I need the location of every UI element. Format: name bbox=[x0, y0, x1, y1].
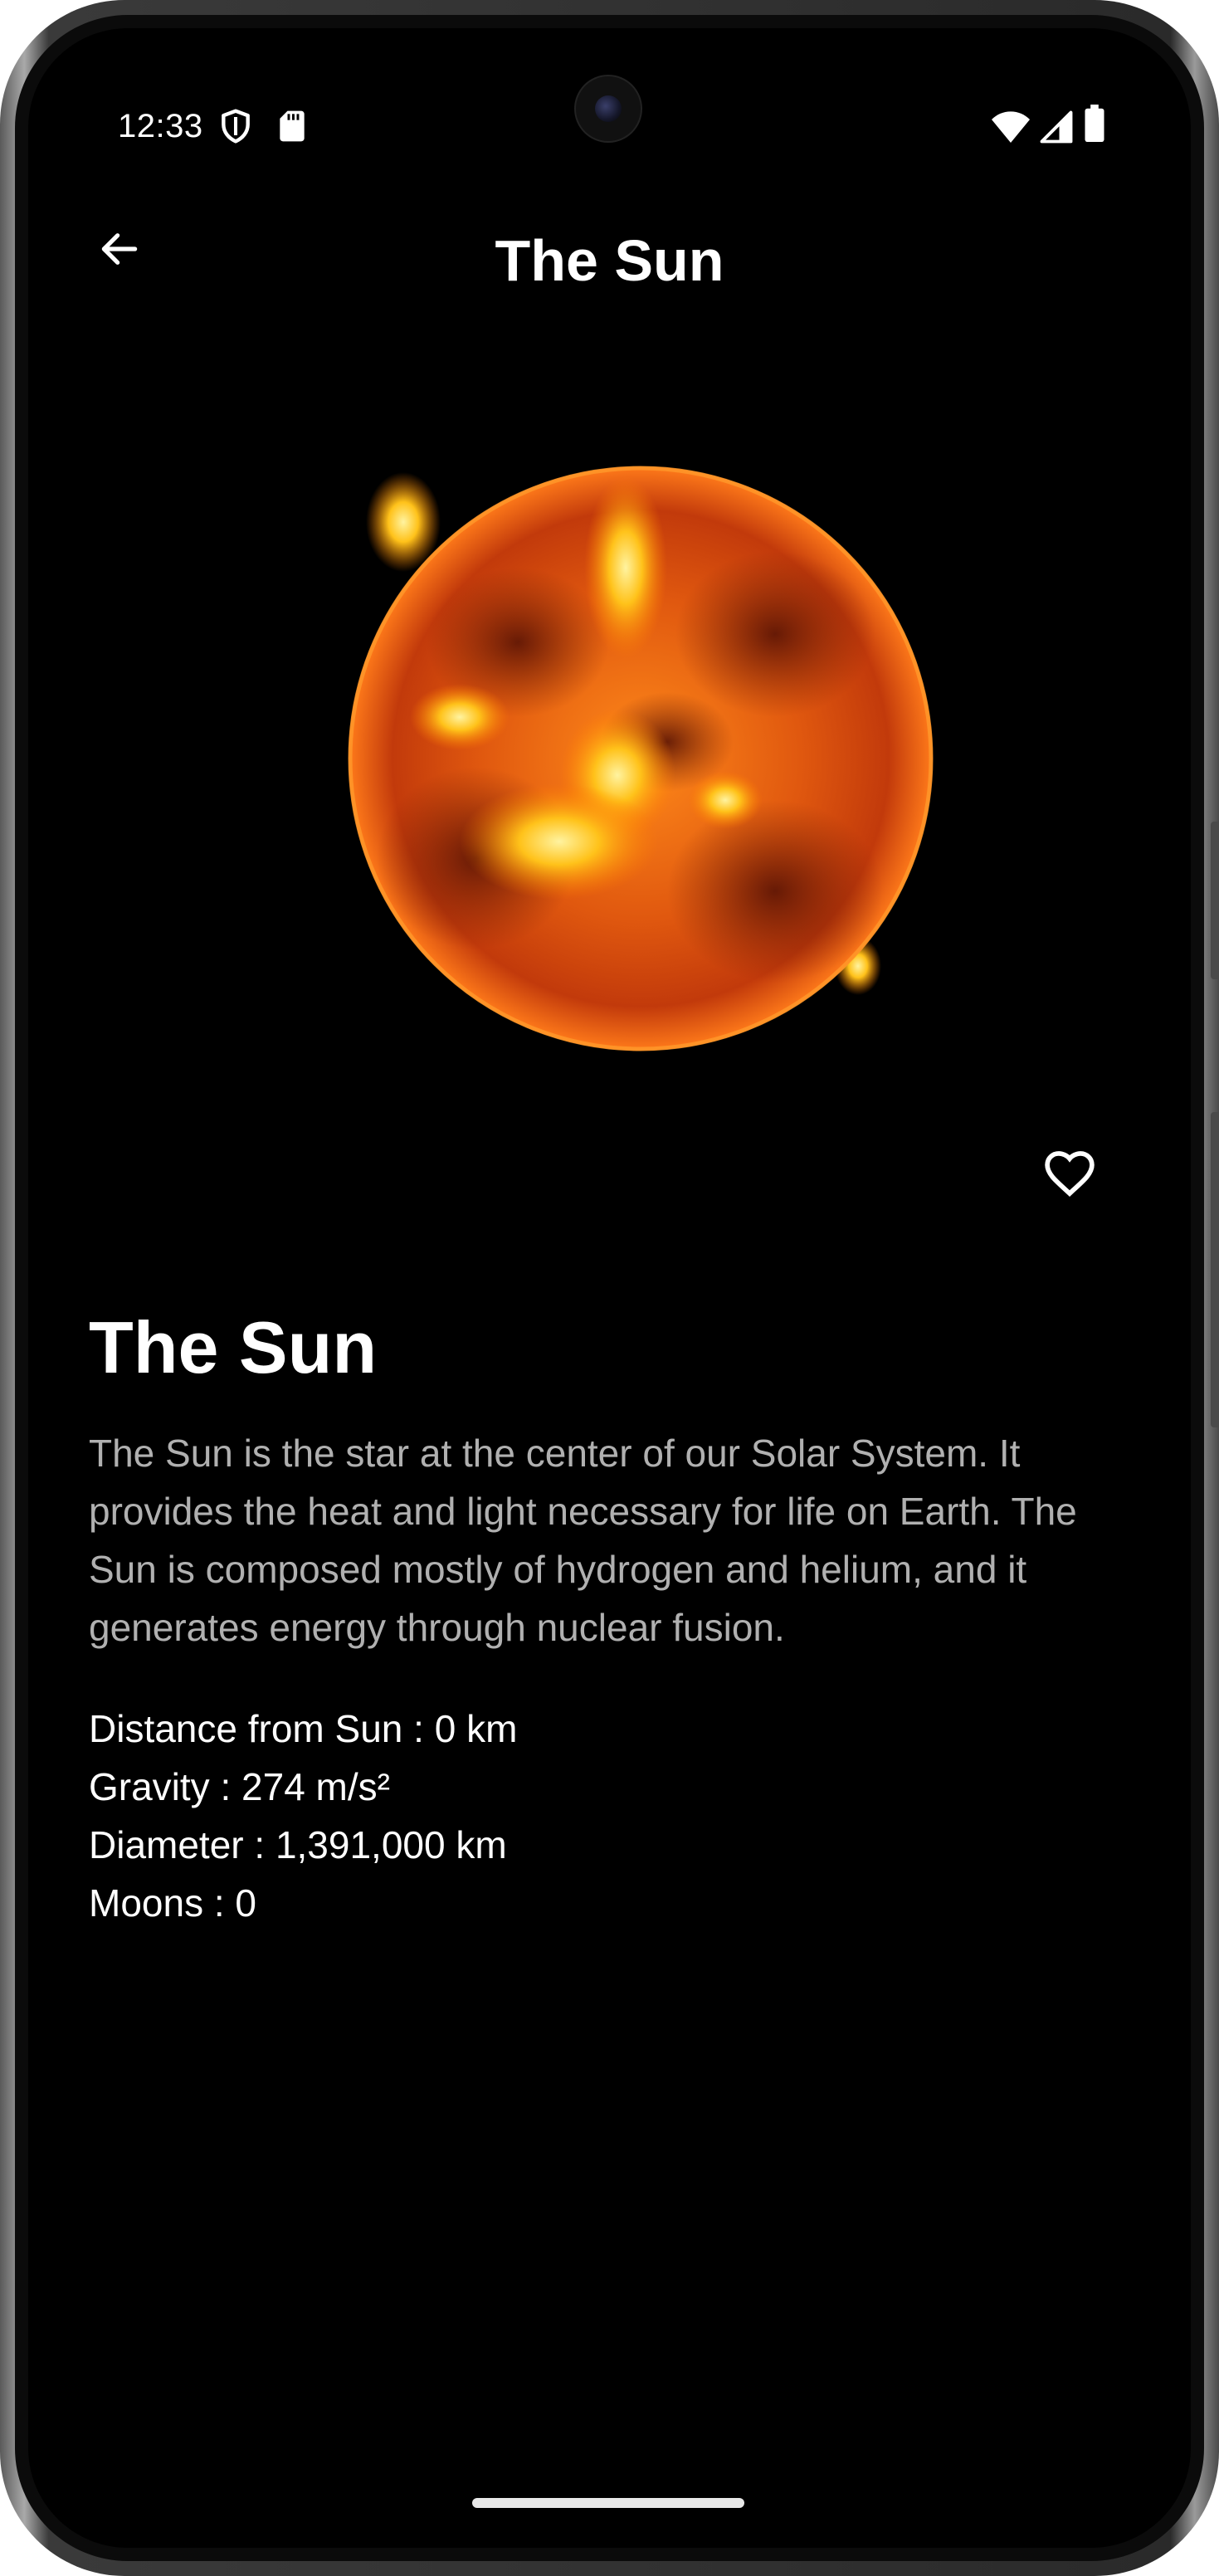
phone-frame: 12:33 The Sun The Sun The Sun is the sta… bbox=[0, 0, 1219, 2576]
heart-outline-icon bbox=[1045, 1151, 1095, 1197]
page-title: The Sun bbox=[495, 228, 724, 293]
fact-diameter: Diameter : 1,391,000 km bbox=[89, 1823, 507, 1866]
sd-card-icon bbox=[280, 110, 305, 142]
planet-name: The Sun bbox=[89, 1306, 378, 1388]
fact-moons: Moons : 0 bbox=[89, 1881, 256, 1925]
app-screen: 12:33 The Sun The Sun The Sun is the sta… bbox=[28, 28, 1191, 2548]
home-indicator[interactable] bbox=[472, 2498, 744, 2508]
fact-distance: Distance from Sun : 0 km bbox=[89, 1707, 518, 1750]
front-camera bbox=[576, 76, 641, 141]
volume-button bbox=[1211, 822, 1219, 979]
fact-gravity: Gravity : 274 m/s² bbox=[89, 1765, 390, 1808]
wifi-icon bbox=[992, 111, 1030, 143]
cellular-signal-icon bbox=[1040, 110, 1073, 144]
sun-image bbox=[310, 427, 958, 1074]
favorite-button[interactable] bbox=[1028, 1132, 1111, 1215]
status-time: 12:33 bbox=[118, 108, 203, 144]
shield-icon bbox=[222, 109, 250, 144]
planet-description: The Sun is the star at the center of our… bbox=[89, 1432, 1077, 1649]
battery-icon bbox=[1085, 105, 1104, 143]
planet-details: The Sun The Sun is the star at the cente… bbox=[89, 1306, 1143, 1932]
power-button bbox=[1211, 1112, 1219, 1427]
planet-facts: Distance from Sun : 0 km Gravity : 274 m… bbox=[89, 1700, 1143, 1932]
status-bar: 12:33 bbox=[28, 28, 1191, 144]
